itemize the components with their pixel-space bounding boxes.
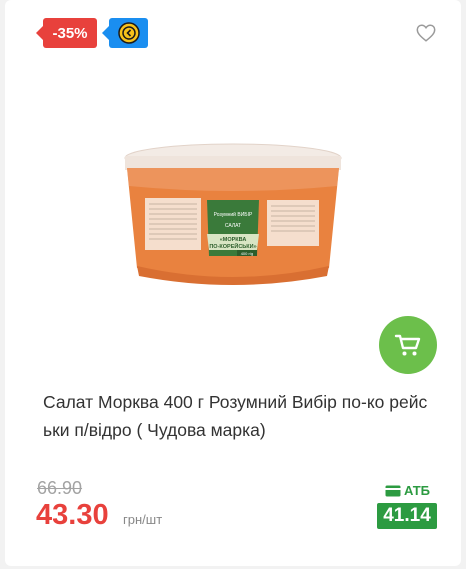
image-label-name-1: «МОРКВА — [220, 237, 247, 243]
add-to-cart-button[interactable] — [379, 316, 437, 374]
old-price: 66.90 — [37, 478, 83, 498]
current-price: 43.30 — [36, 499, 109, 531]
product-title[interactable]: Салат Морква 400 г Розумний Вибір по-ко … — [43, 388, 435, 444]
store-price: 41.14 — [377, 503, 437, 529]
card-icon — [385, 485, 401, 496]
discount-badge: -35% — [36, 18, 97, 48]
store-label: АТБ — [385, 483, 430, 498]
product-card[interactable]: -35% Розумний ВИБІР САЛАТ «МОРКВА ПО-КОР… — [5, 0, 461, 566]
product-image: Розумний ВИБІР САЛАТ «МОРКВА ПО-КОРЕЙСЬК… — [124, 143, 342, 285]
image-label-weight: 400 г/g — [241, 251, 254, 256]
coin-icon — [117, 22, 140, 44]
discount-badge-label: -35% — [52, 24, 88, 42]
price-unit: грн/шт — [123, 512, 163, 527]
image-label-type: САЛАТ — [225, 223, 241, 229]
store-name: АТБ — [404, 483, 431, 498]
image-label-name-2: ПО-КОРЕЙСЬКИ» — [209, 242, 256, 250]
coin-badge — [102, 18, 148, 48]
image-label-brand: Розумний ВИБІР — [214, 211, 253, 218]
favorite-heart-icon[interactable] — [415, 22, 437, 44]
cart-icon — [394, 334, 421, 356]
